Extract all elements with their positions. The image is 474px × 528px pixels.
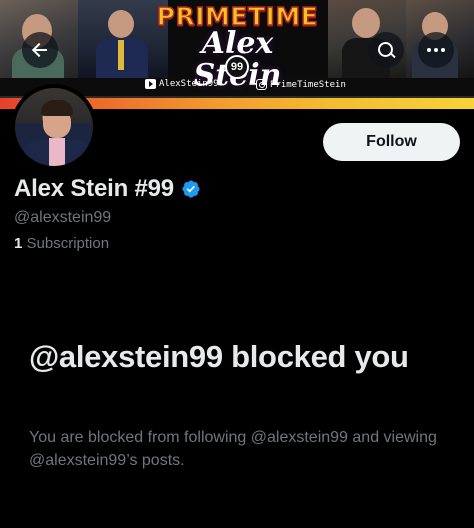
logo-badge: 99 — [225, 55, 249, 79]
more-options-button[interactable] — [418, 32, 454, 68]
instagram-icon — [256, 79, 267, 90]
arrow-left-icon — [32, 42, 48, 58]
blocked-description: You are blocked from following @alexstei… — [29, 429, 437, 469]
subscription-count: 1 — [14, 235, 23, 252]
follow-button[interactable]: Follow — [323, 123, 460, 161]
blocked-title: @alexstein99 blocked you — [29, 339, 409, 374]
instagram-handle: PrimeTimeStein — [270, 79, 346, 90]
profile-name-row: Alex Stein #99 — [14, 175, 201, 203]
subscription-label: Subscription — [26, 235, 110, 252]
primetime-logo: PRIMETIME Alex Stein 99 — [155, 0, 320, 91]
profile-handle: @alexstein99 — [14, 209, 112, 226]
profile-avatar[interactable] — [11, 84, 97, 170]
verified-badge-icon[interactable] — [181, 179, 201, 199]
back-button[interactable] — [22, 32, 58, 68]
youtube-credit: AlexStein99 — [145, 79, 219, 89]
youtube-handle: AlexStein99 — [159, 79, 219, 89]
search-button[interactable] — [368, 32, 404, 68]
search-icon — [377, 41, 395, 59]
more-horizontal-icon — [427, 48, 445, 52]
display-name: Alex Stein #99 — [14, 175, 174, 202]
youtube-icon — [145, 79, 156, 89]
instagram-credit: PrimeTimeStein — [256, 79, 346, 90]
subscriptions-link[interactable]: 1 Subscription — [14, 235, 109, 252]
